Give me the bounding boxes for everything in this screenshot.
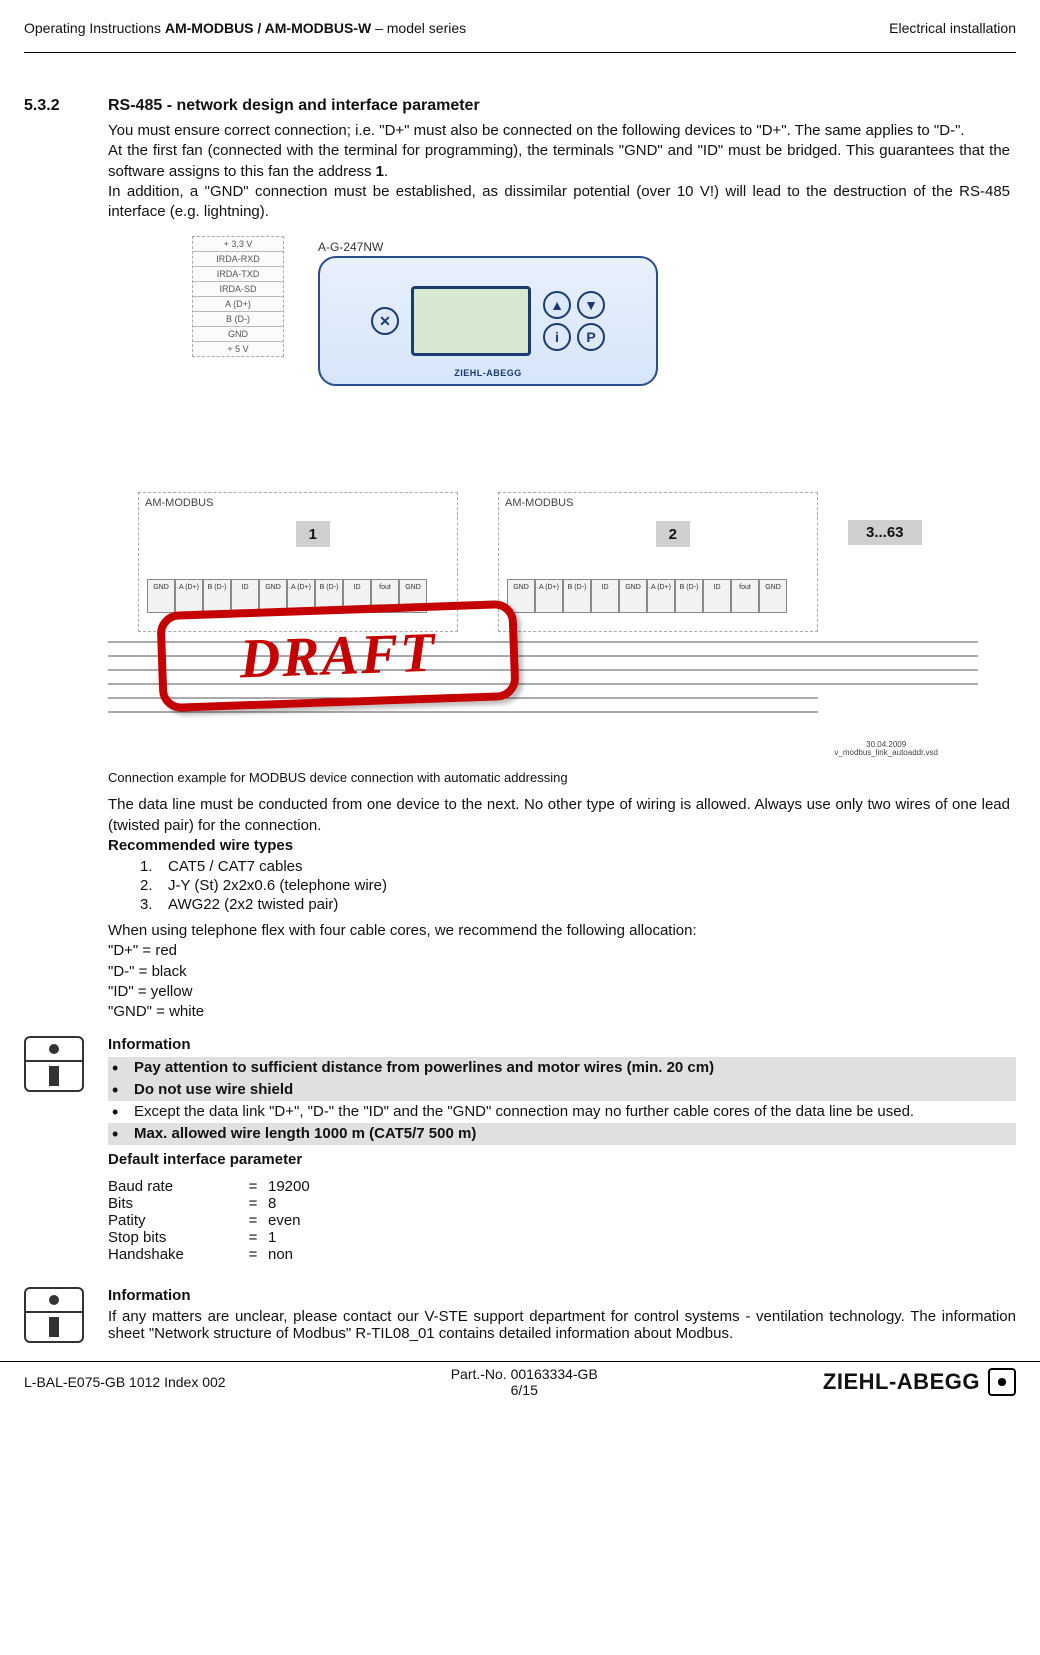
- footer-center: Part.-No. 00163334-GB 6/15: [451, 1366, 598, 1398]
- list-item: 1.CAT5 / CAT7 cables: [140, 858, 1016, 875]
- wiring-p1: The data line must be conducted from one…: [108, 795, 1010, 836]
- allocation-text: When using telephone flex with four cabl…: [108, 921, 1010, 1022]
- draft-stamp: DRAFT: [156, 600, 519, 713]
- header-left-suffix: – model series: [371, 20, 466, 36]
- draft-text: DRAFT: [239, 621, 438, 692]
- info-title: Information: [108, 1287, 1016, 1304]
- device-key-up: ▲: [543, 291, 571, 319]
- figure-metadata: 30.04.2009 v_modbus_link_autoaddr.vsd: [834, 741, 938, 759]
- footer-left: L-BAL-E075-GB 1012 Index 002: [24, 1374, 226, 1390]
- programmer-terminal-block: + 3,3 V IRDA-RXD IRDA-TXD IRDA-SD A (D+)…: [192, 236, 284, 357]
- device-key-prog: P: [577, 323, 605, 351]
- allocation-intro: When using telephone flex with four cabl…: [108, 921, 1010, 941]
- header-left-prefix: Operating Instructions: [24, 20, 165, 36]
- figure-model-label: A-G-247NW: [318, 240, 383, 254]
- brand-logo-icon: [988, 1368, 1016, 1396]
- figure-caption: Connection example for MODBUS device con…: [108, 770, 1016, 785]
- info-bullet: •Max. allowed wire length 1000 m (CAT5/7…: [108, 1123, 1016, 1145]
- info-icon: [24, 1036, 84, 1092]
- terminal-row: + 5 V: [193, 342, 283, 356]
- info-bullets: •Pay attention to sufficient distance fr…: [108, 1057, 1016, 1145]
- address-badge-2: 2: [656, 521, 690, 547]
- device-brand: ZIEHL-ABEGG: [320, 368, 656, 378]
- info-bullet: •Pay attention to sufficient distance fr…: [108, 1057, 1016, 1079]
- intro-p1: You must ensure correct connection; i.e.…: [108, 121, 1010, 141]
- terminal-row: IRDA-RXD: [193, 252, 283, 267]
- address-range-badge: 3...63: [848, 520, 922, 545]
- section-title: RS-485 - network design and interface pa…: [108, 97, 480, 115]
- info-box-2: Information If any matters are unclear, …: [24, 1287, 1016, 1343]
- terminal-row: + 3,3 V: [193, 237, 283, 252]
- info-bullet: •Do not use wire shield: [108, 1079, 1016, 1101]
- page-footer: L-BAL-E075-GB 1012 Index 002 Part.-No. 0…: [0, 1362, 1040, 1410]
- recommended-wire-heading: Recommended wire types: [108, 836, 1010, 856]
- modbus-title: AM-MODBUS: [499, 493, 817, 513]
- default-params-heading: Default interface parameter: [108, 1151, 1016, 1168]
- device-key-esc: ✕: [371, 307, 399, 335]
- device-key-down: ▼: [577, 291, 605, 319]
- wiring-figure: A-G-247NW + 3,3 V IRDA-RXD IRDA-TXD IRDA…: [108, 232, 978, 762]
- page-header: Operating Instructions AM-MODBUS / AM-MO…: [24, 20, 1016, 36]
- footer-brand: ZIEHL-ABEGG: [823, 1368, 1016, 1396]
- device-lcd: [411, 286, 531, 356]
- brand-text: ZIEHL-ABEGG: [823, 1369, 980, 1395]
- modbus-module-2: AM-MODBUS 2 GND A (D+) B (D-) ID GND A (…: [498, 492, 818, 632]
- handheld-device: ✕ ▲ ▼ i P ZIEHL-ABEGG: [318, 256, 658, 386]
- intro-p2: At the first fan (connected with the ter…: [108, 141, 1010, 182]
- wiring-text: The data line must be conducted from one…: [108, 795, 1010, 856]
- header-left-model: AM-MODBUS / AM-MODBUS-W: [165, 20, 371, 36]
- terminal-strip: GND A (D+) B (D-) ID GND A (D+) B (D-) I…: [507, 579, 787, 613]
- alloc-line: "D+" = red: [108, 941, 1010, 961]
- intro-p3: In addition, a "GND" connection must be …: [108, 182, 1010, 223]
- info-icon: [24, 1287, 84, 1343]
- terminal-row: IRDA-SD: [193, 282, 283, 297]
- section-number: 5.3.2: [24, 97, 108, 115]
- device-key-info: i: [543, 323, 571, 351]
- info-title: Information: [108, 1036, 1016, 1053]
- interface-parameters: Baud rate=19200 Bits=8 Patity=even Stop …: [108, 1178, 1016, 1263]
- list-item: 3.AWG22 (2x2 twisted pair): [140, 896, 1016, 913]
- terminal-row: IRDA-TXD: [193, 267, 283, 282]
- header-right: Electrical installation: [889, 20, 1016, 36]
- modbus-title: AM-MODBUS: [139, 493, 457, 513]
- section-heading: 5.3.2 RS-485 - network design and interf…: [24, 97, 1016, 115]
- alloc-line: "GND" = white: [108, 1002, 1010, 1022]
- terminal-row: A (D+): [193, 297, 283, 312]
- alloc-line: "D-" = black: [108, 962, 1010, 982]
- info2-body: If any matters are unclear, please conta…: [108, 1308, 1016, 1342]
- list-item: 2.J-Y (St) 2x2x0.6 (telephone wire): [140, 877, 1016, 894]
- alloc-line: "ID" = yellow: [108, 982, 1010, 1002]
- terminal-row: GND: [193, 327, 283, 342]
- header-rule: [24, 52, 1016, 53]
- intro-text: You must ensure correct connection; i.e.…: [108, 121, 1010, 222]
- address-badge-1: 1: [296, 521, 330, 547]
- wire-type-list: 1.CAT5 / CAT7 cables 2.J-Y (St) 2x2x0.6 …: [140, 858, 1016, 913]
- terminal-row: B (D-): [193, 312, 283, 327]
- info-box-1: Information •Pay attention to sufficient…: [24, 1036, 1016, 1263]
- header-left: Operating Instructions AM-MODBUS / AM-MO…: [24, 20, 466, 36]
- info-bullet: •Except the data link "D+", "D-" the "ID…: [108, 1101, 1016, 1123]
